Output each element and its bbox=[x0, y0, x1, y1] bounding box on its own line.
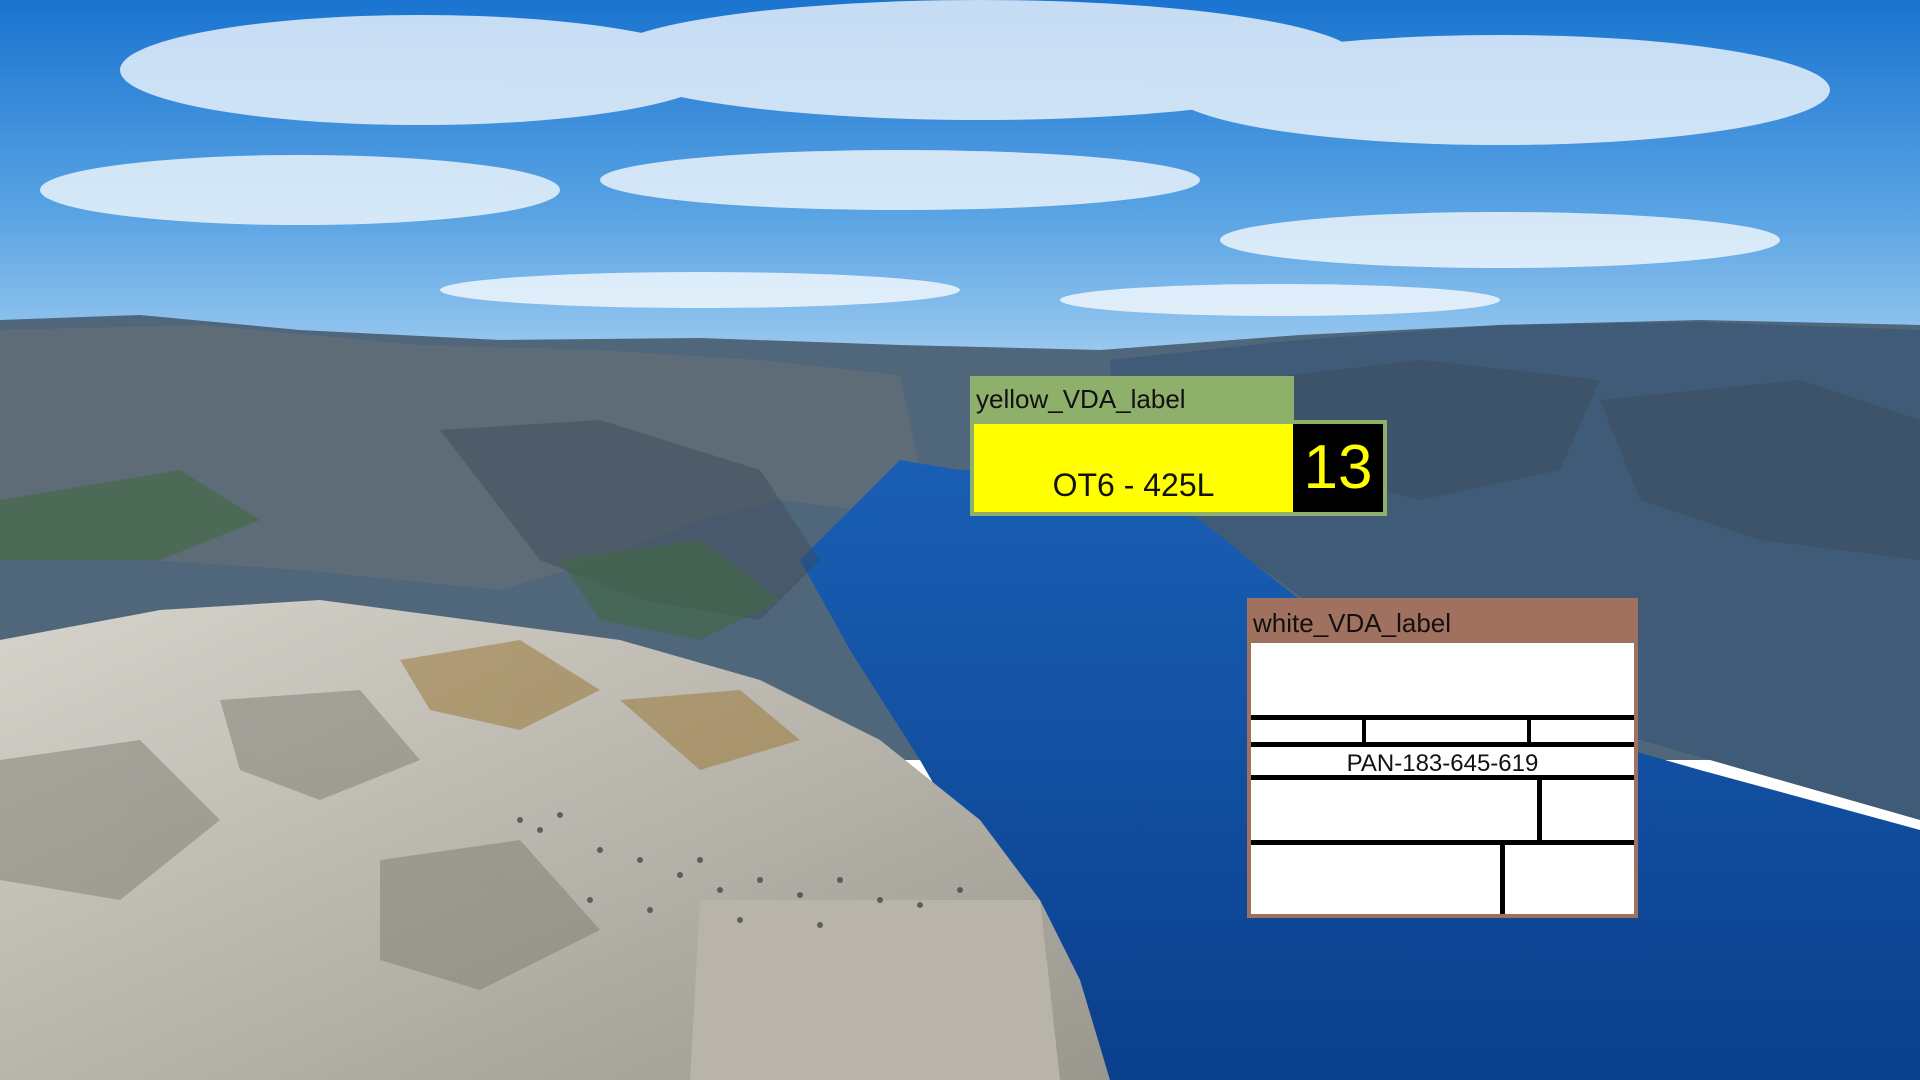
white-label-title: white_VDA_label bbox=[1253, 608, 1452, 638]
yellow-label-number: 13 bbox=[1293, 424, 1383, 512]
label-grid-line bbox=[1537, 777, 1542, 843]
label-grid-line bbox=[1251, 840, 1634, 845]
yellow-label-body: OT6 - 425L 13 bbox=[970, 420, 1387, 516]
label-grid-line bbox=[1251, 775, 1634, 780]
label-grid-line bbox=[1362, 715, 1366, 745]
yellow-label-title: yellow_VDA_label bbox=[970, 376, 1294, 422]
yellow-label-field: OT6 - 425L bbox=[974, 424, 1293, 512]
label-grid-line bbox=[1251, 715, 1634, 720]
white-vda-label: white_VDA_label PAN-183-645-619 bbox=[1247, 598, 1638, 918]
label-grid-line bbox=[1500, 842, 1505, 914]
white-label-card: PAN-183-645-619 bbox=[1251, 643, 1634, 914]
label-grid-line bbox=[1527, 715, 1531, 745]
label-grid-line bbox=[1251, 742, 1634, 747]
yellow-vda-label: yellow_VDA_label OT6 - 425L 13 bbox=[970, 376, 1387, 516]
cliff-face bbox=[690, 900, 1060, 1080]
yellow-label-text: OT6 - 425L bbox=[1052, 467, 1215, 503]
landscape-photo bbox=[0, 0, 1920, 1080]
